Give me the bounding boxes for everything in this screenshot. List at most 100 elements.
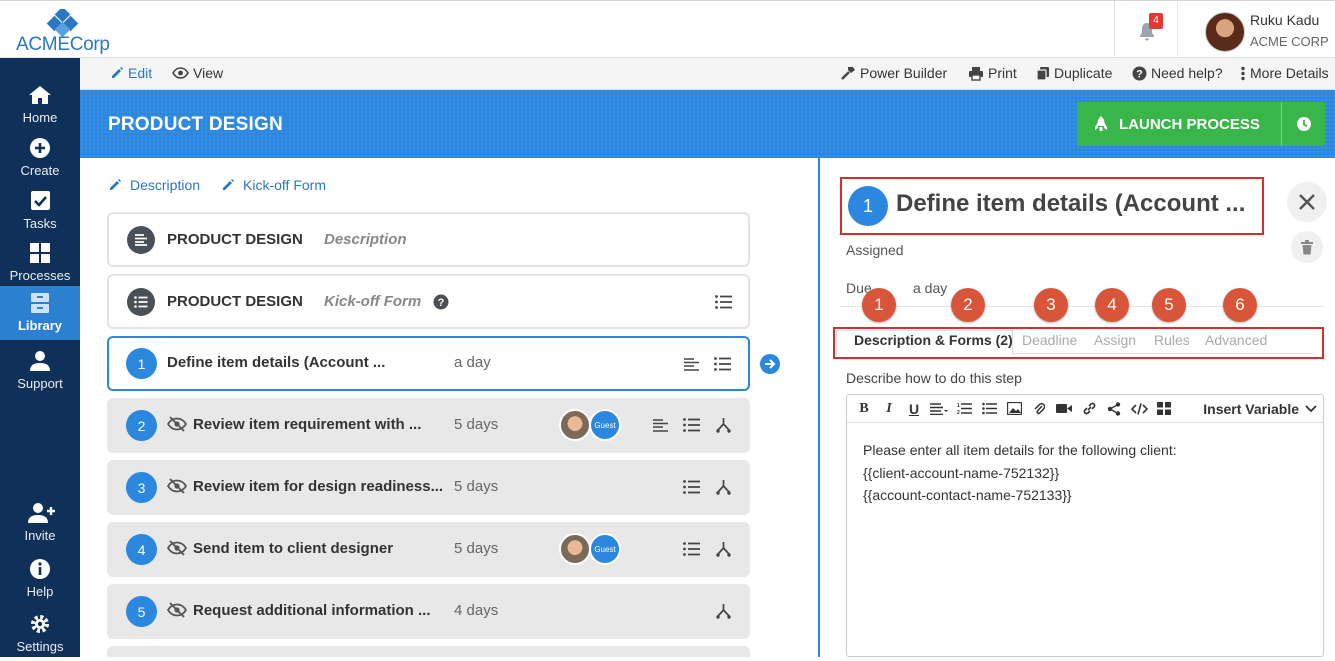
editor-variable-line: {{account-contact-name-752133}}: [863, 487, 1072, 503]
hammer-icon: [841, 67, 855, 80]
notifications-button[interactable]: 4: [1114, 1, 1178, 59]
annotation-marker: 4: [1095, 288, 1129, 322]
pencil-icon: [110, 179, 121, 190]
branch-icon[interactable]: [716, 479, 731, 495]
assignee-avatar[interactable]: [559, 409, 591, 441]
sidebar-item-support[interactable]: Support: [0, 346, 80, 398]
view-button[interactable]: View: [172, 65, 223, 81]
close-button[interactable]: [1287, 182, 1327, 222]
ordered-list-button[interactable]: 12: [953, 399, 975, 419]
sidebar-item-label: Home: [22, 110, 58, 125]
guest-avatar[interactable]: Guest: [589, 409, 621, 441]
sidebar-item-label: Processes: [9, 268, 71, 283]
user-org: ACME CORP: [1250, 34, 1329, 49]
editor-content[interactable]: Please enter all item details for the fo…: [863, 439, 1177, 507]
list-icon[interactable]: [714, 357, 731, 371]
svg-text:2: 2: [957, 410, 960, 415]
attach-file-button[interactable]: [1028, 399, 1050, 419]
insert-video-button[interactable]: [1053, 399, 1075, 419]
bold-button[interactable]: B: [853, 399, 875, 419]
sidebar-item-library[interactable]: Library: [0, 286, 80, 340]
vertical-dots-icon: [1241, 66, 1245, 80]
process-title: PRODUCT DESIGN: [108, 114, 283, 135]
insert-variable-dropdown[interactable]: Insert Variable: [1203, 401, 1317, 417]
paperclip-icon: [1034, 402, 1045, 414]
annotation-marker: 6: [1223, 288, 1257, 322]
tab-rules[interactable]: Rules: [1154, 332, 1190, 348]
question-circle-icon[interactable]: ?: [433, 294, 449, 310]
open-step-arrow-icon[interactable]: [760, 354, 780, 374]
sidebar-item-help[interactable]: Help: [0, 554, 80, 606]
step-duration: a day: [454, 354, 491, 371]
editor-line: Please enter all item details for the fo…: [863, 442, 1177, 458]
branch-icon[interactable]: [716, 417, 731, 433]
annotation-marker: 5: [1152, 288, 1186, 322]
description-link[interactable]: Description: [108, 177, 200, 193]
underline-button[interactable]: U: [903, 399, 925, 419]
step-row-5[interactable]: 5 Request additional information ... 4 d…: [107, 584, 750, 639]
align-left-icon[interactable]: [653, 419, 668, 432]
bullet-list-button[interactable]: [978, 399, 1000, 419]
tab-underline: [1013, 353, 1313, 354]
list-icon[interactable]: [683, 480, 700, 494]
delete-step-button[interactable]: [1291, 231, 1323, 263]
kickoff-form-link[interactable]: Kick-off Form: [221, 177, 326, 193]
insert-table-button[interactable]: [1153, 399, 1175, 419]
share-button[interactable]: [1103, 399, 1125, 419]
step-row-4[interactable]: 4 Send item to client designer 5 days Gu…: [107, 522, 750, 577]
branch-icon[interactable]: [716, 541, 731, 557]
schedule-launch-button[interactable]: [1281, 102, 1325, 146]
step-number: 3: [126, 472, 157, 503]
tab-description-forms[interactable]: Description & Forms (2): [854, 332, 1013, 348]
tab-deadline[interactable]: Deadline: [1022, 332, 1077, 348]
sidebar-item-tasks[interactable]: Tasks: [0, 186, 80, 238]
user-avatar[interactable]: [1205, 12, 1245, 52]
insert-link-button[interactable]: [1078, 399, 1100, 419]
list-icon[interactable]: [715, 295, 732, 309]
list-icon[interactable]: [683, 542, 700, 556]
assignee-avatar[interactable]: [559, 533, 591, 565]
step-row-1[interactable]: 1 Define item details (Account ... a day: [107, 336, 750, 391]
guest-avatar[interactable]: Guest: [589, 533, 621, 565]
tab-advanced[interactable]: Advanced: [1205, 332, 1267, 348]
code-view-button[interactable]: [1128, 399, 1150, 419]
code-icon: [1130, 402, 1148, 415]
step-row-6-partial[interactable]: [107, 646, 750, 657]
more-details-button[interactable]: More Details: [1240, 65, 1329, 81]
sidebar-item-processes[interactable]: Processes: [0, 238, 80, 290]
top-bar: ACMECorp 4 Ruku Kadu ACME CORP: [0, 0, 1335, 59]
step-row-3[interactable]: 3 Review item for design readiness... 5 …: [107, 460, 750, 515]
step-description-editor[interactable]: B I U 12 Insert Variable Please enter al…: [846, 394, 1324, 657]
edit-button[interactable]: Edit: [110, 65, 152, 81]
sidebar-item-settings[interactable]: Settings: [0, 609, 80, 661]
need-help-label: Need help?: [1151, 65, 1223, 81]
home-icon: [29, 86, 51, 104]
align-left-icon[interactable]: [684, 358, 699, 371]
describe-step-label: Describe how to do this step: [846, 370, 1022, 386]
print-button[interactable]: Print: [968, 65, 1017, 81]
sidebar-item-create[interactable]: Create: [0, 133, 80, 185]
launch-process-button[interactable]: LAUNCH PROCESS: [1077, 102, 1281, 146]
step-title[interactable]: Define item details (Account ...: [896, 190, 1245, 218]
insert-image-button[interactable]: [1003, 399, 1025, 419]
list-icon[interactable]: [683, 418, 700, 432]
user-name[interactable]: Ruku Kadu: [1250, 12, 1319, 28]
acme-logo[interactable]: ACMECorp: [16, 7, 116, 55]
due-value[interactable]: a day: [913, 280, 947, 296]
align-button[interactable]: [928, 399, 950, 419]
eye-slash-icon: [167, 416, 187, 432]
tab-assign[interactable]: Assign: [1094, 332, 1136, 348]
need-help-button[interactable]: ? Need help?: [1132, 65, 1223, 81]
description-card[interactable]: PRODUCT DESIGN Description: [107, 212, 750, 267]
grid-icon: [30, 243, 50, 263]
eye-slash-icon: [167, 602, 187, 618]
sidebar-item-invite[interactable]: Invite: [0, 498, 80, 550]
kickoff-form-card[interactable]: PRODUCT DESIGN Kick-off Form ?: [107, 274, 750, 329]
italic-button[interactable]: I: [878, 399, 900, 419]
step-row-2[interactable]: 2 Review item requirement with ... 5 day…: [107, 398, 750, 453]
step-title-box: 1 Define item details (Account ...: [840, 177, 1264, 235]
duplicate-button[interactable]: Duplicate: [1036, 65, 1112, 81]
power-builder-button[interactable]: Power Builder: [840, 65, 947, 81]
sidebar-item-home[interactable]: Home: [0, 80, 80, 132]
branch-icon[interactable]: [716, 603, 731, 619]
